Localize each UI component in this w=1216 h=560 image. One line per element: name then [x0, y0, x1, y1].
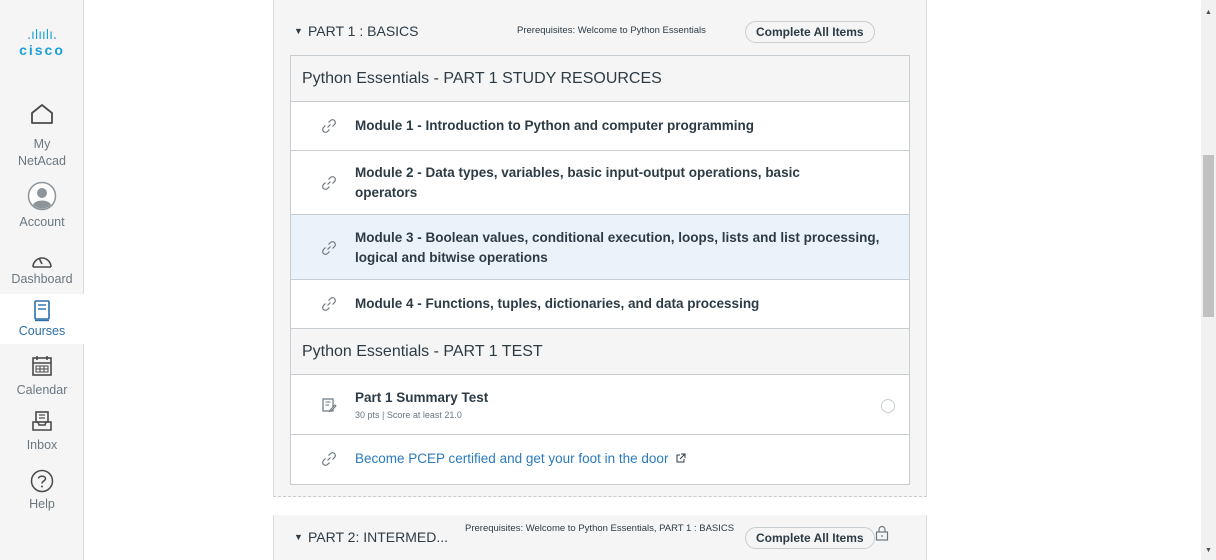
avatar-icon	[27, 181, 57, 211]
module-item-title[interactable]: Module 1 - Introduction to Python and co…	[355, 116, 754, 136]
module-title: PART 2: INTERMED...	[308, 529, 449, 545]
nav-dashboard[interactable]: Dashboard	[0, 252, 84, 288]
page-scrollbar[interactable]: ▲ ▼	[1201, 0, 1216, 560]
test-meta: 30 pts | Score at least 21.0	[355, 410, 462, 420]
lock-icon	[875, 525, 889, 541]
inbox-icon	[32, 411, 52, 431]
global-nav: .ılıılı. cisco My NetAcad Account Dashbo…	[0, 0, 84, 560]
module-item-title-line1[interactable]: Module 2 - Data types, variables, basic …	[355, 163, 800, 183]
module-item-title-line2[interactable]: logical and bitwise operations	[355, 248, 548, 268]
scrollbar-thumb[interactable]	[1203, 155, 1214, 317]
nav-my-netacad[interactable]: My NetAcad	[0, 102, 84, 170]
test-title[interactable]: Part 1 Summary Test	[355, 388, 488, 408]
external-link-icon	[676, 453, 686, 463]
nav-label-dashboard: Dashboard	[11, 272, 73, 286]
external-link-text[interactable]: Become PCEP certified and get your foot …	[355, 451, 668, 466]
help-icon	[30, 469, 54, 493]
module-item-title-line1[interactable]: Module 3 - Boolean values, conditional e…	[355, 228, 879, 248]
nav-help[interactable]: Help	[0, 469, 84, 513]
module-part-2[interactable]: ▼ PART 2: INTERMED... Prerequisites: Wel…	[273, 515, 927, 560]
module-header[interactable]: ▼ PART 1 : BASICS Prerequisites: Welcome…	[274, 16, 928, 50]
nav-inbox[interactable]: Inbox	[0, 410, 84, 454]
module-title: PART 1 : BASICS	[308, 23, 419, 39]
logo-text: cisco	[19, 42, 65, 58]
collapse-caret-icon[interactable]: ▼	[294, 26, 303, 36]
link-icon	[322, 452, 336, 466]
scroll-down-arrow-icon[interactable]: ▼	[1205, 547, 1212, 554]
module-item-4[interactable]: Module 4 - Functions, tuples, dictionari…	[291, 280, 909, 329]
quiz-icon	[322, 398, 337, 413]
module-item-title[interactable]: Module 4 - Functions, tuples, dictionari…	[355, 294, 759, 314]
cisco-logo[interactable]: .ılıılı. cisco	[0, 28, 84, 58]
nav-label-inbox: Inbox	[26, 438, 58, 452]
nav-label-courses: Courses	[18, 324, 66, 338]
module-part-1: ▼ PART 1 : BASICS Prerequisites: Welcome…	[273, 0, 927, 497]
scroll-up-arrow-icon[interactable]: ▲	[1205, 9, 1212, 16]
module-item-1[interactable]: Module 1 - Introduction to Python and co…	[291, 102, 909, 151]
collapse-caret-icon[interactable]: ▼	[294, 532, 303, 542]
module-item-2[interactable]: Module 2 - Data types, variables, basic …	[291, 151, 909, 215]
module-prerequisites: Prerequisites: Welcome to Python Essenti…	[517, 25, 706, 36]
logo-bars: .ılıılı.	[27, 28, 57, 43]
link-icon	[322, 119, 336, 133]
module-prerequisites: Prerequisites: Welcome to Python Essenti…	[465, 523, 735, 534]
complete-all-items-button[interactable]: Complete All Items	[745, 527, 875, 549]
nav-calendar[interactable]: Calendar	[0, 355, 84, 399]
sub-header-study-resources: Python Essentials - PART 1 STUDY RESOURC…	[291, 56, 909, 102]
nav-label-calendar: Calendar	[16, 383, 68, 397]
completion-status-circle	[881, 399, 895, 413]
module-items: Python Essentials - PART 1 STUDY RESOURC…	[290, 55, 910, 485]
link-icon	[322, 241, 336, 255]
sub-header-test: Python Essentials - PART 1 TEST	[291, 329, 909, 375]
nav-account[interactable]: Account	[0, 181, 84, 231]
nav-label-account: Account	[19, 215, 65, 229]
module-item-summary-test[interactable]: Part 1 Summary Test 30 pts | Score at le…	[291, 375, 909, 435]
book-icon	[34, 300, 50, 322]
external-link-title[interactable]: Become PCEP certified and get your foot …	[355, 449, 686, 469]
complete-all-items-button[interactable]: Complete All Items	[745, 21, 875, 43]
module-item-title-line2[interactable]: operators	[355, 183, 417, 203]
nav-label-netacad: NetAcad	[18, 154, 66, 168]
nav-label-help: Help	[29, 497, 55, 511]
home-icon	[31, 104, 53, 124]
nav-label-my: My	[33, 137, 51, 151]
calendar-icon	[32, 356, 52, 376]
link-icon	[322, 297, 336, 311]
nav-courses[interactable]: Courses	[0, 294, 84, 344]
module-item-pcep-link[interactable]: Become PCEP certified and get your foot …	[291, 435, 909, 484]
module-item-3[interactable]: Module 3 - Boolean values, conditional e…	[291, 215, 909, 280]
link-icon	[322, 176, 336, 190]
dashboard-icon	[32, 257, 52, 268]
